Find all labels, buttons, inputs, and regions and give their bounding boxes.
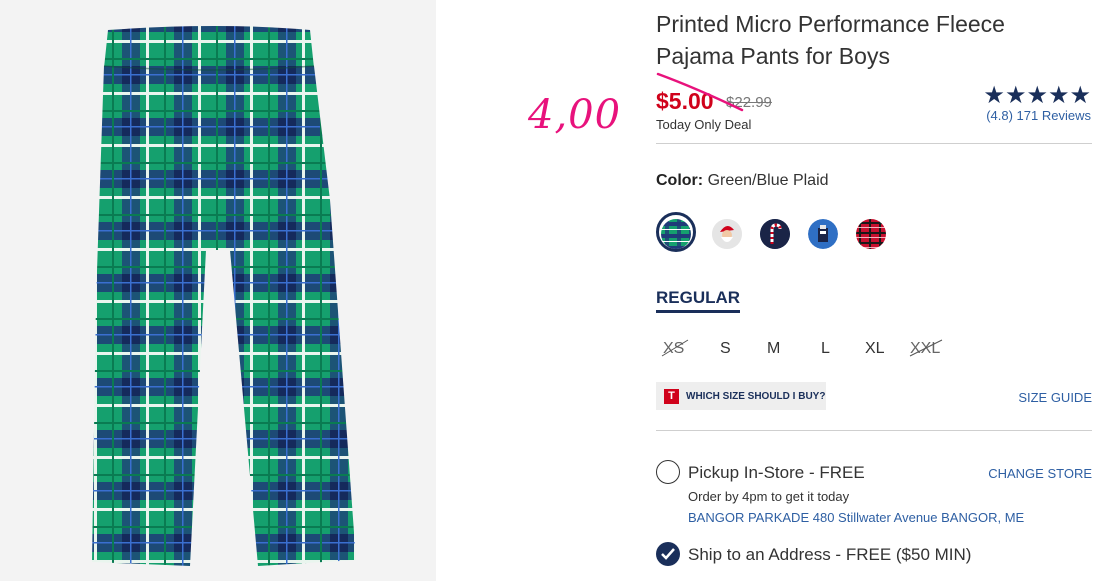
color-value: Green/Blue Plaid (707, 172, 829, 189)
product-title-line1: Printed Micro Performance Fleece (656, 11, 1005, 37)
unavailable-cross-icon (661, 339, 689, 357)
handwritten-price-annotation: 4,00 (528, 92, 622, 138)
red-plaid-swatch-icon (856, 219, 886, 249)
handwritten-strike-mark (656, 72, 744, 112)
checkmark-icon (661, 548, 675, 560)
ship-radio-checked[interactable] (656, 542, 680, 566)
swatch-red-plaid[interactable] (856, 219, 886, 249)
divider (656, 430, 1092, 431)
which-size-button[interactable]: T WHICH SIZE SHOULD I BUY? (656, 382, 826, 410)
divider (656, 143, 1092, 144)
unavailable-cross-icon (909, 339, 943, 357)
pickup-radio[interactable] (656, 460, 680, 484)
star-rating-icon: ★★★★★ (983, 82, 1091, 109)
rating[interactable]: ★★★★★ (4.8) 171 Reviews (983, 82, 1091, 124)
swatch-nutcracker[interactable] (808, 219, 838, 249)
nutcracker-swatch-icon (808, 219, 838, 249)
deal-text: Today Only Deal (656, 117, 752, 132)
change-store-link[interactable]: CHANGE STORE (988, 466, 1092, 481)
tab-regular[interactable]: REGULAR (656, 288, 741, 313)
size-guide-link[interactable]: SIZE GUIDE (1018, 390, 1092, 405)
swatch-santa[interactable] (712, 219, 742, 249)
swatch-green-blue-plaid[interactable] (661, 219, 691, 249)
which-size-label: WHICH SIZE SHOULD I BUY? (686, 390, 826, 402)
candy-cane-swatch-icon (760, 219, 790, 249)
size-s[interactable]: S (720, 340, 731, 358)
size-xl[interactable]: XL (865, 340, 885, 358)
store-address-link[interactable]: BANGOR PARKADE 480 Stillwater Avenue BAN… (688, 510, 1024, 525)
product-title: Printed Micro Performance Fleece Pajama … (656, 8, 1076, 72)
pickup-cutoff-text: Order by 4pm to get it today (688, 489, 850, 504)
santa-swatch-icon (712, 219, 742, 249)
green-plaid-swatch-icon (661, 219, 691, 249)
size-m[interactable]: M (767, 340, 780, 358)
color-label: Color: Green/Blue Plaid (656, 172, 829, 190)
ship-label[interactable]: Ship to an Address - FREE ($50 MIN) (688, 545, 971, 565)
swatch-candy-cane[interactable] (760, 219, 790, 249)
review-count-link[interactable]: (4.8) 171 Reviews (983, 108, 1091, 123)
color-label-title: Color: (656, 172, 704, 189)
product-image[interactable] (0, 0, 436, 581)
product-title-line2: Pajama Pants for Boys (656, 43, 890, 69)
true-fit-icon: T (664, 388, 679, 404)
size-l[interactable]: L (821, 340, 830, 358)
pickup-label[interactable]: Pickup In-Store - FREE (688, 463, 865, 483)
